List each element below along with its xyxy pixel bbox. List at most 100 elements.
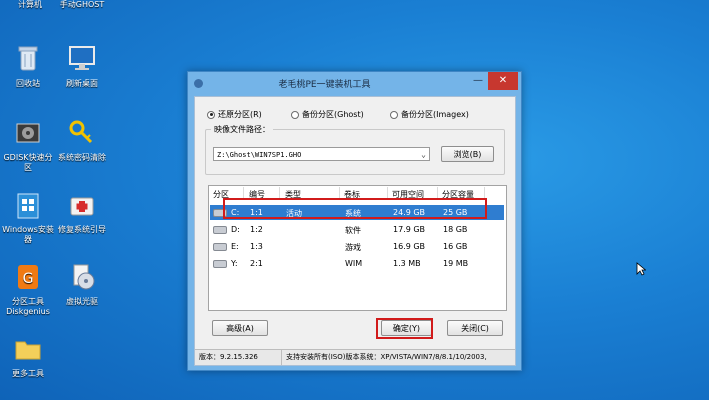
- radio-indicator[interactable]: [291, 110, 299, 119]
- desktop-icon-diskgenius[interactable]: G 分区工具Diskgenius: [0, 262, 56, 317]
- column-divider: [339, 187, 340, 199]
- mode-backup-imagex-radio[interactable]: 备份分区(Imagex): [390, 109, 469, 120]
- cell-size: 25 GB: [443, 208, 468, 217]
- image-path-value: Z:\Ghost\WIN7SP1.GHO: [217, 151, 302, 159]
- cell-free: 1.3 MB: [393, 259, 421, 268]
- minimize-button[interactable]: —: [467, 72, 489, 90]
- title-bar[interactable]: 老毛桃PE一键装机工具 — ✕: [188, 72, 521, 94]
- desktop-icon-label: Windows安装器: [2, 225, 54, 244]
- column-divider: [387, 187, 388, 199]
- installer-window: 老毛桃PE一键装机工具 — ✕ 还原分区(R) 备份分区(Ghost) 备份分区…: [187, 71, 522, 371]
- column-divider: [437, 187, 438, 199]
- disk-partition-icon: [16, 123, 40, 143]
- cell-number: 1:3: [250, 242, 263, 251]
- drive-icon: [213, 209, 227, 217]
- desktop-icon-label: 手动GHOST: [59, 0, 105, 9]
- window-title: 老毛桃PE一键装机工具: [278, 80, 371, 90]
- desktop-icon-label: 回收站: [16, 79, 40, 88]
- desktop-icon-label: 刷新桌面: [66, 79, 98, 88]
- cell-size: 18 GB: [443, 225, 468, 234]
- mode-restore-radio[interactable]: 还原分区(R): [207, 109, 262, 120]
- cell-drive: D:: [231, 225, 240, 234]
- partition-table: 分区 编号 类型 卷标 可用空间 分区容量 C: 1:1 活动 系统 24.9 …: [208, 185, 507, 311]
- cell-drive: Y:: [231, 259, 238, 268]
- desktop-icon-virtual-drive[interactable]: 虚拟光驱: [54, 262, 110, 307]
- cell-size: 16 GB: [443, 242, 468, 251]
- table-header: 分区容量: [442, 190, 474, 199]
- desktop-icon-label: 虚拟光驱: [66, 297, 98, 306]
- cell-number: 1:1: [250, 208, 263, 217]
- table-row[interactable]: Y: 2:1 WIM 1.3 MB 19 MB: [210, 256, 504, 271]
- drive-icon: [213, 226, 227, 234]
- monitor-icon: [69, 46, 95, 70]
- radio-indicator[interactable]: [207, 110, 215, 119]
- cell-free: 24.9 GB: [393, 208, 426, 217]
- table-header: 可用空间: [392, 190, 424, 199]
- cell-size: 19 MB: [443, 259, 469, 268]
- close-window-button[interactable]: ✕: [488, 72, 518, 90]
- cell-type: 活动: [286, 209, 302, 218]
- table-row[interactable]: D: 1:2 软件 17.9 GB 18 GB: [210, 222, 504, 237]
- cell-drive: C:: [231, 208, 240, 217]
- image-path-combo[interactable]: Z:\Ghost\WIN7SP1.GHO ⌄: [213, 147, 430, 161]
- cell-drive: E:: [231, 242, 239, 251]
- status-divider: [281, 350, 282, 365]
- desktop-icon-label: 更多工具: [12, 369, 44, 378]
- desktop-icon-label: GDISK快速分区: [3, 153, 53, 172]
- diskgenius-icon: G: [18, 265, 38, 289]
- cell-label: 系统: [345, 209, 361, 218]
- desktop-icon-label: 计算机: [18, 0, 42, 9]
- ok-button[interactable]: 确定(Y): [381, 320, 432, 336]
- optical-disc-icon: [73, 264, 95, 290]
- desktop-icon-refresh-desktop[interactable]: 刷新桌面: [54, 44, 110, 89]
- desktop-icon-recycle-bin[interactable]: 回收站: [0, 44, 56, 89]
- desktop-icon-windows-installer[interactable]: Windows安装器: [0, 190, 56, 245]
- desktop-icon-computer[interactable]: 计算机: [2, 0, 58, 10]
- svg-text:G: G: [23, 271, 34, 287]
- mouse-cursor-icon: [636, 262, 646, 276]
- column-divider: [279, 187, 280, 199]
- cell-free: 17.9 GB: [393, 225, 426, 234]
- table-row[interactable]: C: 1:1 活动 系统 24.9 GB 25 GB: [210, 205, 504, 220]
- cell-label: 游戏: [345, 243, 361, 252]
- close-button[interactable]: 关闭(C): [447, 320, 503, 336]
- advanced-button[interactable]: 高级(A): [212, 320, 268, 336]
- mode-backup-ghost-radio[interactable]: 备份分区(Ghost): [291, 109, 364, 120]
- desktop-icon-password-clear[interactable]: 系统密码清除: [54, 118, 110, 163]
- windows-icon: [17, 193, 39, 219]
- table-header: 编号: [249, 190, 265, 199]
- table-header: 类型: [285, 190, 301, 199]
- cell-free: 16.9 GB: [393, 242, 426, 251]
- table-header: 分区: [213, 190, 229, 199]
- desktop-icon-label: 系统密码清除: [58, 153, 106, 162]
- desktop-icon-gdisk[interactable]: GDISK快速分区: [0, 118, 56, 173]
- drive-icon: [213, 243, 227, 251]
- desktop-icon-manual-ghost[interactable]: 手动GHOST: [54, 0, 110, 10]
- radio-indicator[interactable]: [390, 110, 398, 119]
- desktop-icon-repair-boot[interactable]: 修复系统引导: [54, 190, 110, 235]
- folder-icon: [15, 341, 41, 360]
- support-text: 支持安装所有(ISO)版本系统：XP/VISTA/WIN7/8/8.1/10/2…: [286, 353, 487, 361]
- first-aid-kit-icon: [70, 197, 94, 216]
- chevron-down-icon[interactable]: ⌄: [421, 148, 426, 162]
- status-bar: 版本：9.2.15.326 支持安装所有(ISO)版本系统：XP/VISTA/W…: [195, 349, 515, 365]
- desktop-icon-more-tools[interactable]: 更多工具: [0, 334, 56, 379]
- mode-label: 备份分区(Ghost): [302, 110, 364, 119]
- desktop-icon-label: 分区工具Diskgenius: [6, 297, 50, 316]
- cell-number: 2:1: [250, 259, 263, 268]
- version-text: 版本：9.2.15.326: [199, 353, 258, 361]
- browse-button[interactable]: 浏览(B): [441, 146, 494, 162]
- column-divider: [484, 187, 485, 199]
- table-row[interactable]: E: 1:3 游戏 16.9 GB 16 GB: [210, 239, 504, 254]
- recycle-bin-icon: [18, 46, 38, 71]
- cell-label: 软件: [345, 226, 361, 235]
- cell-number: 1:2: [250, 225, 263, 234]
- mode-label: 还原分区(R): [218, 110, 262, 119]
- drive-icon: [213, 260, 227, 268]
- column-divider: [243, 187, 244, 199]
- cell-label: WIM: [345, 259, 363, 268]
- key-icon: [69, 120, 93, 144]
- desktop-icon-label: 修复系统引导: [58, 225, 106, 234]
- window-client: 还原分区(R) 备份分区(Ghost) 备份分区(Imagex) 映像文件路径：…: [194, 96, 516, 366]
- mode-label: 备份分区(Imagex): [401, 110, 469, 119]
